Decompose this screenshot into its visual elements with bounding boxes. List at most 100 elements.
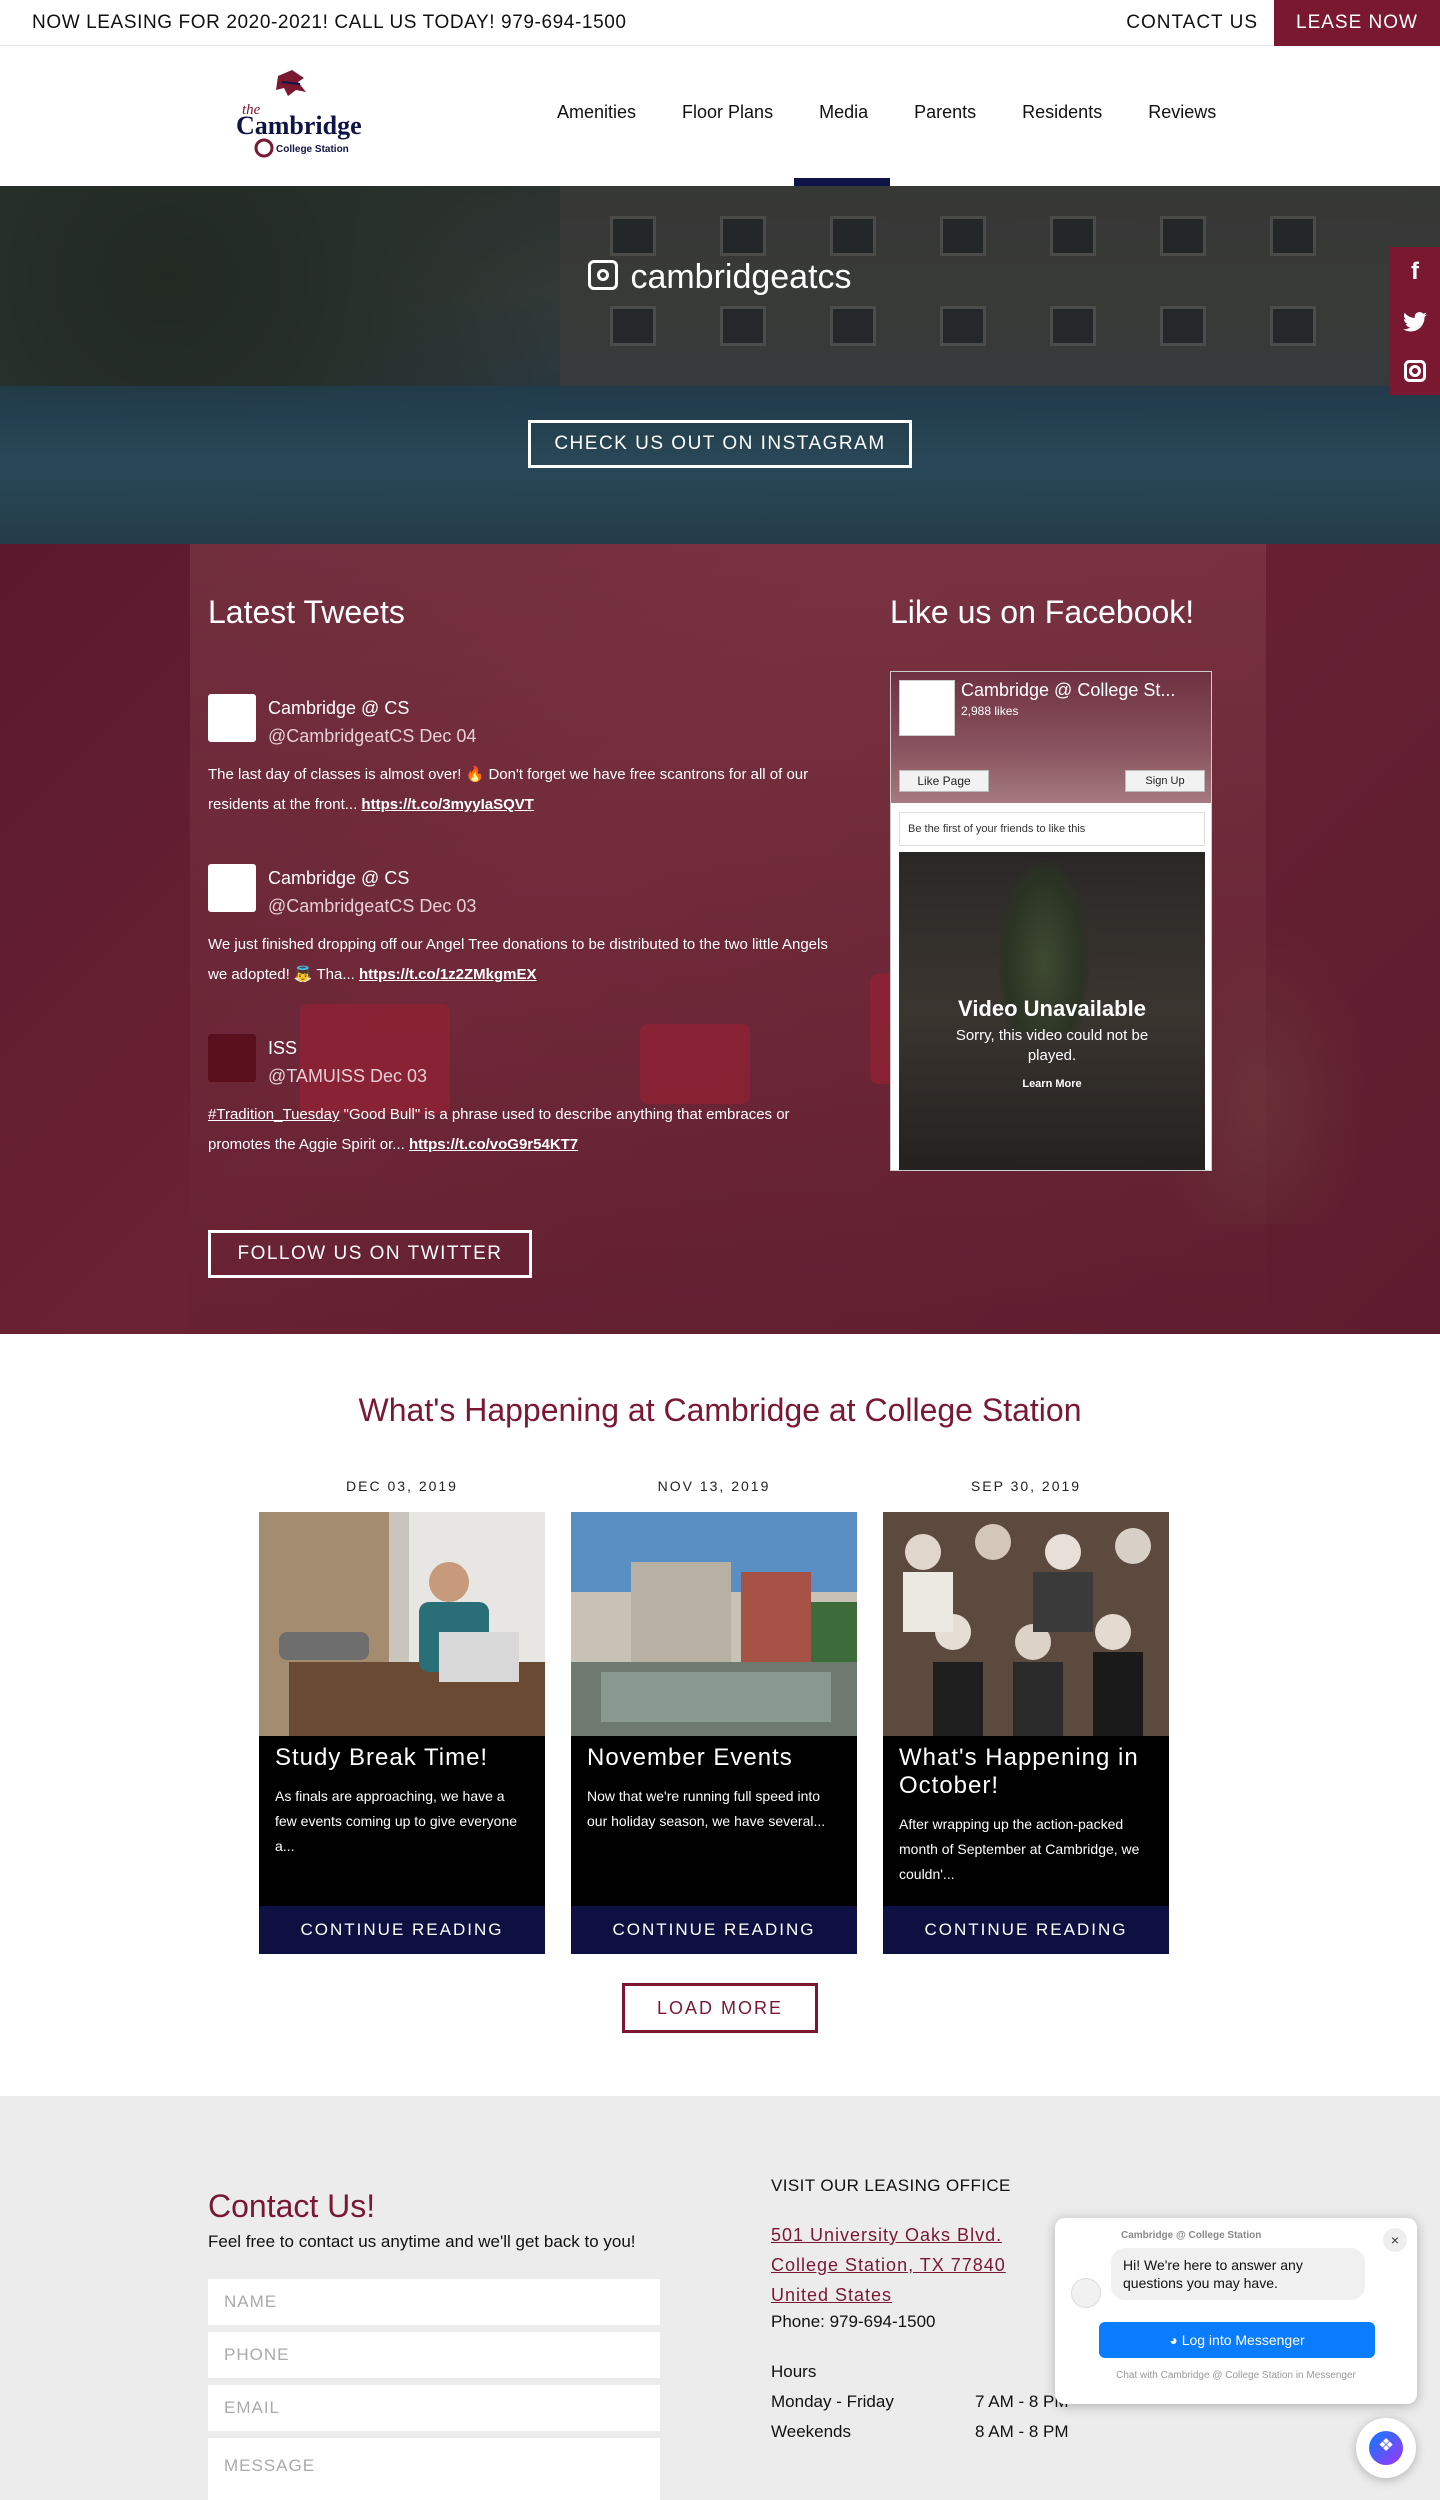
instagram-handle[interactable]: cambridgeatcs [0,258,1440,297]
tweet-author[interactable]: ISS [268,1038,297,1059]
event-date: NOV 13, 2019 [657,1478,771,1494]
contact-us-link[interactable]: CONTACT US [1126,12,1258,34]
tweet-avatar[interactable] [208,694,256,742]
tweet-link[interactable]: https://t.co/1z2ZMkgmEX [359,966,537,983]
facebook-video[interactable]: Video Unavailable Sorry, this video coul… [899,852,1205,1170]
messenger-close-button[interactable]: × [1383,2228,1407,2252]
facebook-cover[interactable]: Cambridge @ College St... 2,988 likes Li… [891,672,1211,803]
nav-active-indicator [794,178,890,186]
hours-time: 8 AM - 8 PM [975,2422,1069,2441]
instagram-icon [588,260,619,290]
hero-overlay [0,186,1440,544]
event-image[interactable] [883,1512,1169,1736]
tweet-link[interactable]: https://t.co/voG9r54KT7 [409,1136,578,1153]
video-learn-more-link[interactable]: Learn More [899,1078,1205,1090]
messenger-chat-icon[interactable] [1356,2418,1416,2478]
phone-field[interactable]: PHONE [208,2332,660,2378]
tweet-link[interactable]: https://t.co/3myyIaSQVT [361,796,534,813]
continue-reading-button[interactable]: CONTINUE READING [883,1906,1169,1954]
nav-parents[interactable]: Parents [914,102,976,123]
facebook-page-name[interactable]: Cambridge @ College St... [961,680,1175,701]
message-field[interactable]: MESSAGE [208,2438,660,2500]
facebook-icon[interactable]: f [1390,247,1440,296]
logo-cambridge: Cambridge [236,111,362,140]
continue-reading-button[interactable]: CONTINUE READING [571,1906,857,1954]
lease-now-button[interactable]: LEASE NOW [1274,0,1440,46]
facebook-widget: Cambridge @ College St... 2,988 likes Li… [890,671,1212,1171]
logo-college-station: College Station [276,144,349,155]
messenger-greeting: Hi! We're here to answer any questions y… [1111,2248,1365,2300]
instagram-button[interactable]: CHECK US OUT ON INSTAGRAM [528,420,912,468]
messenger-login-button[interactable]: ◕ Log into Messenger [1099,2322,1375,2358]
nav-floor-plans[interactable]: Floor Plans [682,102,773,123]
nav-amenities[interactable]: Amenities [557,102,636,123]
tweet-handle[interactable]: @CambridgeatCS Dec 04 [268,726,476,747]
instagram-icon[interactable] [1390,345,1440,394]
tweet-handle[interactable]: @CambridgeatCS Dec 03 [268,896,476,917]
name-field[interactable]: NAME [208,2279,660,2325]
office-phone: Phone: 979-694-1500 [771,2312,936,2331]
messenger-page-name: Cambridge @ College Station [1121,2230,1262,2241]
tweet-text: The last day of classes is almost over! … [208,766,809,813]
messenger-icon: ◕ [1169,2332,1182,2348]
social-sidebar: f [1390,247,1440,395]
event-excerpt: As finals are approaching, we have a few… [275,1788,518,1854]
tweets-title: Latest Tweets [208,594,405,630]
nav-reviews[interactable]: Reviews [1148,102,1216,123]
hours-title: Hours [771,2362,817,2381]
hours-days: Monday - Friday [771,2392,894,2411]
twitter-icon[interactable] [1390,296,1440,345]
load-more-button[interactable]: LOAD MORE [622,1983,818,2033]
tweet-handle[interactable]: @TAMUISS Dec 03 [268,1066,427,1087]
continue-reading-button[interactable]: CONTINUE READING [259,1906,545,1954]
announcement-text: NOW LEASING FOR 2020-2021! CALL US TODAY… [32,12,627,33]
event-summary: What's Happening in October! After wrapp… [883,1736,1169,1906]
tweet-text: We just finished dropping off our Angel … [208,936,828,983]
tweet-hashtag[interactable]: #Tradition_Tuesday [208,1106,339,1123]
hours-row: Monday - Friday 7 AM - 8 PM [771,2392,1069,2412]
tweet-author[interactable]: Cambridge @ CS [268,868,409,889]
site-header: the Cambridge College Station Amenities … [0,46,1440,186]
follow-twitter-button[interactable]: FOLLOW US ON TWITTER [208,1230,532,1278]
facebook-signup-button[interactable]: Sign Up [1125,770,1205,792]
facebook-title: Like us on Facebook! [890,594,1195,630]
event-summary: Study Break Time! As finals are approach… [259,1736,545,1906]
top-bar: NOW LEASING FOR 2020-2021! CALL US TODAY… [0,0,1440,46]
messenger-footer: Chat with Cambridge @ College Station in… [1116,2370,1356,2381]
messenger-popup: Cambridge @ College Station × Hi! We're … [1055,2218,1417,2404]
email-field[interactable]: EMAIL [208,2385,660,2431]
office-address[interactable]: 501 University Oaks Blvd. College Statio… [771,2220,1006,2310]
event-excerpt: Now that we're running full speed into o… [587,1788,826,1829]
facebook-page-picture[interactable] [899,680,955,736]
facebook-like-page-button[interactable]: Like Page [899,770,989,792]
hours-days: Weekends [771,2422,852,2441]
tweet-avatar[interactable] [208,1034,256,1082]
facebook-friends-text: Be the first of your friends to like thi… [899,812,1205,846]
instagram-hero: cambridgeatcs CHECK US OUT ON INSTAGRAM [0,186,1440,544]
video-unavailable-message: Sorry, this video could not be played. [955,1027,1149,1064]
hours-row: Weekends 8 AM - 8 PM [771,2422,1069,2442]
events-title: What's Happening at Cambridge at College… [358,1392,1082,1428]
nav-residents[interactable]: Residents [1022,102,1102,123]
event-title[interactable]: Study Break Time! [275,1744,529,1772]
facebook-likes-count: 2,988 likes [961,704,1019,718]
main-nav: Amenities Floor Plans Media Parents Resi… [557,102,1262,123]
facebook-like-label: Like Page [917,774,971,788]
cambridge-logo[interactable]: the Cambridge College Station [230,68,380,164]
event-summary: November Events Now that we're running f… [571,1736,857,1906]
event-title[interactable]: November Events [587,1744,841,1772]
facebook-signup-label: Sign Up [1145,775,1185,787]
tweet-avatar[interactable] [208,864,256,912]
contact-title: Contact Us! [208,2188,376,2224]
event-image[interactable] [259,1512,545,1736]
tweet-text: #Tradition_Tuesday "Good Bull" is a phra… [208,1106,790,1153]
messenger-avatar [1071,2278,1101,2308]
event-title[interactable]: What's Happening in October! [899,1744,1153,1800]
event-date: SEP 30, 2019 [970,1478,1082,1494]
nav-media[interactable]: Media [819,102,868,123]
video-unavailable-title: Video Unavailable [958,996,1146,1021]
event-image[interactable] [571,1512,857,1736]
social-section: Latest Tweets Like us on Facebook! Cambr… [0,544,1440,1334]
event-date: DEC 03, 2019 [346,1478,458,1494]
tweet-author[interactable]: Cambridge @ CS [268,698,409,719]
